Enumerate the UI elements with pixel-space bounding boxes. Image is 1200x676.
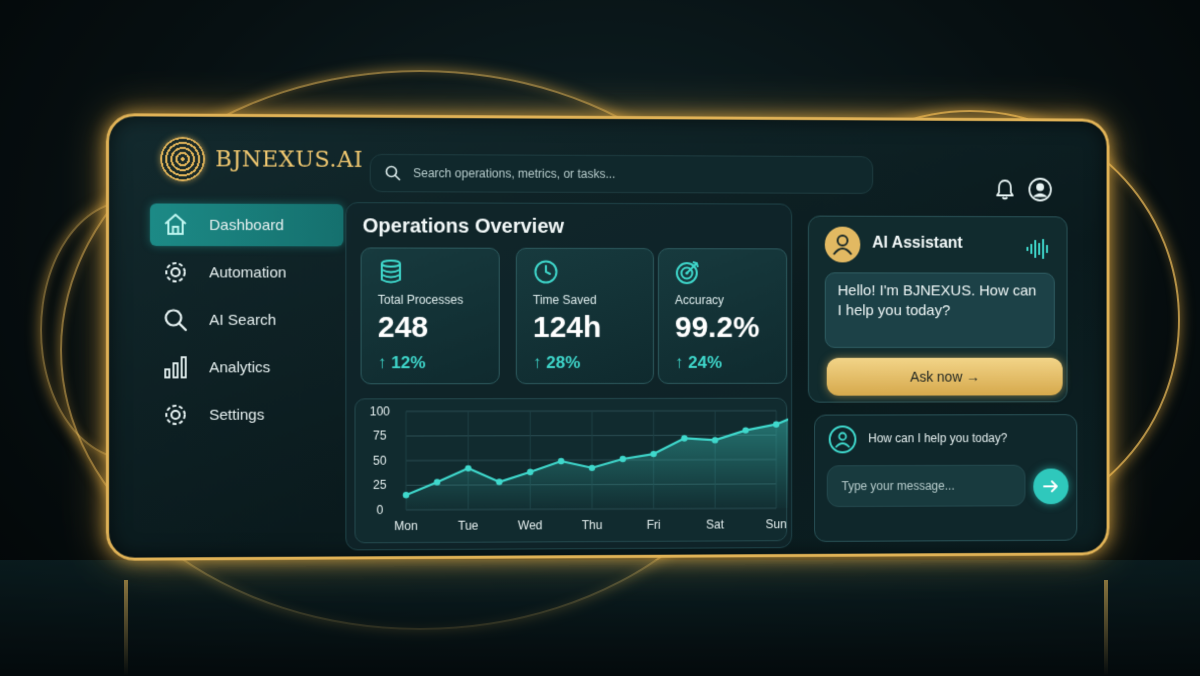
x-tick-label: Mon	[394, 519, 418, 533]
sidebar-item-ai-search[interactable]: AI Search	[150, 299, 343, 341]
panel-title: Operations Overview	[362, 215, 565, 238]
bell-icon[interactable]	[995, 179, 1015, 206]
search-icon	[385, 165, 401, 181]
assistant-greeting-bubble: Hello! I'm BJNEXUS. How can I help you t…	[824, 272, 1055, 348]
kpi-card-total-processes[interactable]: Total Processes 248 ↑ 12%	[360, 247, 500, 385]
data-point	[773, 421, 780, 428]
floor-reflection	[1104, 580, 1108, 676]
data-point	[557, 457, 564, 464]
chat-panel: How can I help you today?	[813, 414, 1078, 542]
sidebar-item-label: Analytics	[209, 358, 271, 376]
data-point	[433, 478, 441, 486]
data-point	[711, 436, 719, 444]
brand-logo[interactable]: BJNEXUS.AI	[160, 136, 363, 182]
arrow-right-icon	[1041, 476, 1061, 496]
operations-overview-panel: Operations Overview Total Processes 248 …	[345, 202, 793, 551]
logo-icon	[160, 136, 206, 182]
x-tick-label: Tue	[458, 519, 479, 533]
y-tick-label: 50	[373, 454, 387, 468]
kpi-change: ↑ 12%	[377, 353, 426, 373]
kpi-card-time-saved[interactable]: Time Saved 124h ↑ 28%	[515, 247, 654, 385]
sidebar: Dashboard Automation AI Search Analytics	[149, 203, 344, 441]
x-tick-label: Sat	[706, 518, 725, 532]
y-tick-label: 75	[373, 429, 387, 443]
sidebar-item-label: Dashboard	[209, 216, 284, 234]
data-point	[526, 468, 534, 476]
search-bar[interactable]	[369, 153, 874, 194]
search-icon	[162, 307, 189, 333]
target-icon	[675, 259, 770, 287]
gear-icon	[162, 259, 189, 285]
y-tick-label: 25	[373, 478, 387, 492]
kpi-card-accuracy[interactable]: Accuracy 99.2% ↑ 24%	[657, 248, 788, 384]
kpi-label: Total Processes	[377, 292, 464, 307]
assistant-avatar-icon	[824, 226, 861, 263]
data-point	[619, 455, 627, 463]
line-chart-svg: 0 25 50 75 100 Mon Tue Wed Thu Fri Sat Sun	[370, 404, 789, 533]
dashboard-device: BJNEXUS.AI Dashboard	[105, 113, 1110, 561]
x-tick-label: Thu	[582, 518, 603, 532]
data-point	[588, 464, 595, 471]
sidebar-item-label: Settings	[209, 406, 265, 424]
kpi-value: 124h	[532, 310, 602, 345]
kpi-change: ↑ 24%	[674, 352, 722, 372]
sidebar-item-settings[interactable]: Settings	[150, 393, 343, 436]
data-point	[651, 451, 658, 458]
home-icon	[162, 212, 189, 238]
data-point	[742, 427, 749, 434]
x-tick-label: Sun	[766, 517, 787, 531]
chat-question: How can I help you today?	[868, 431, 1008, 446]
sidebar-item-automation[interactable]: Automation	[150, 251, 343, 294]
soundwave-icon[interactable]	[1025, 237, 1050, 261]
send-button[interactable]	[1033, 468, 1069, 505]
x-tick-label: Wed	[518, 518, 543, 532]
data-point	[465, 465, 472, 472]
search-input[interactable]	[413, 166, 853, 182]
clock-icon	[533, 259, 637, 287]
kpi-value: 248	[377, 310, 429, 345]
kpi-change: ↑ 28%	[532, 353, 581, 373]
user-icon[interactable]	[1028, 178, 1051, 207]
bar-chart-icon	[162, 354, 189, 380]
user-avatar-icon	[828, 425, 857, 454]
sidebar-item-dashboard[interactable]: Dashboard	[149, 203, 344, 247]
sidebar-item-label: Automation	[209, 263, 287, 282]
grid-line	[406, 435, 776, 436]
database-icon	[378, 259, 483, 287]
grid-line	[406, 411, 776, 412]
kpi-label: Accuracy	[674, 293, 724, 308]
line-chart: 0 25 50 75 100 Mon Tue Wed Thu Fri Sat Sun	[354, 397, 789, 544]
sidebar-item-analytics[interactable]: Analytics	[150, 346, 343, 389]
data-point	[681, 435, 688, 442]
y-tick-label: 0	[376, 503, 383, 517]
kpi-value: 99.2%	[674, 311, 760, 344]
ai-assistant-panel: AI Assistant Hello! I'm BJNEXUS. How can…	[807, 215, 1068, 403]
reflective-floor	[0, 560, 1200, 676]
y-tick-label: 100	[370, 404, 391, 418]
sidebar-item-label: AI Search	[209, 311, 277, 329]
floor-reflection	[124, 580, 128, 676]
kpi-label: Time Saved	[532, 292, 597, 307]
assistant-title: AI Assistant	[872, 234, 963, 252]
data-point	[496, 478, 503, 486]
data-point	[402, 491, 410, 499]
brand-name: BJNEXUS.AI	[215, 146, 363, 173]
message-field[interactable]	[826, 464, 1026, 508]
x-tick-label: Fri	[647, 518, 661, 532]
gear-icon	[162, 402, 189, 428]
ask-now-button[interactable]: Ask now →	[826, 357, 1063, 396]
message-input[interactable]	[841, 478, 1019, 494]
